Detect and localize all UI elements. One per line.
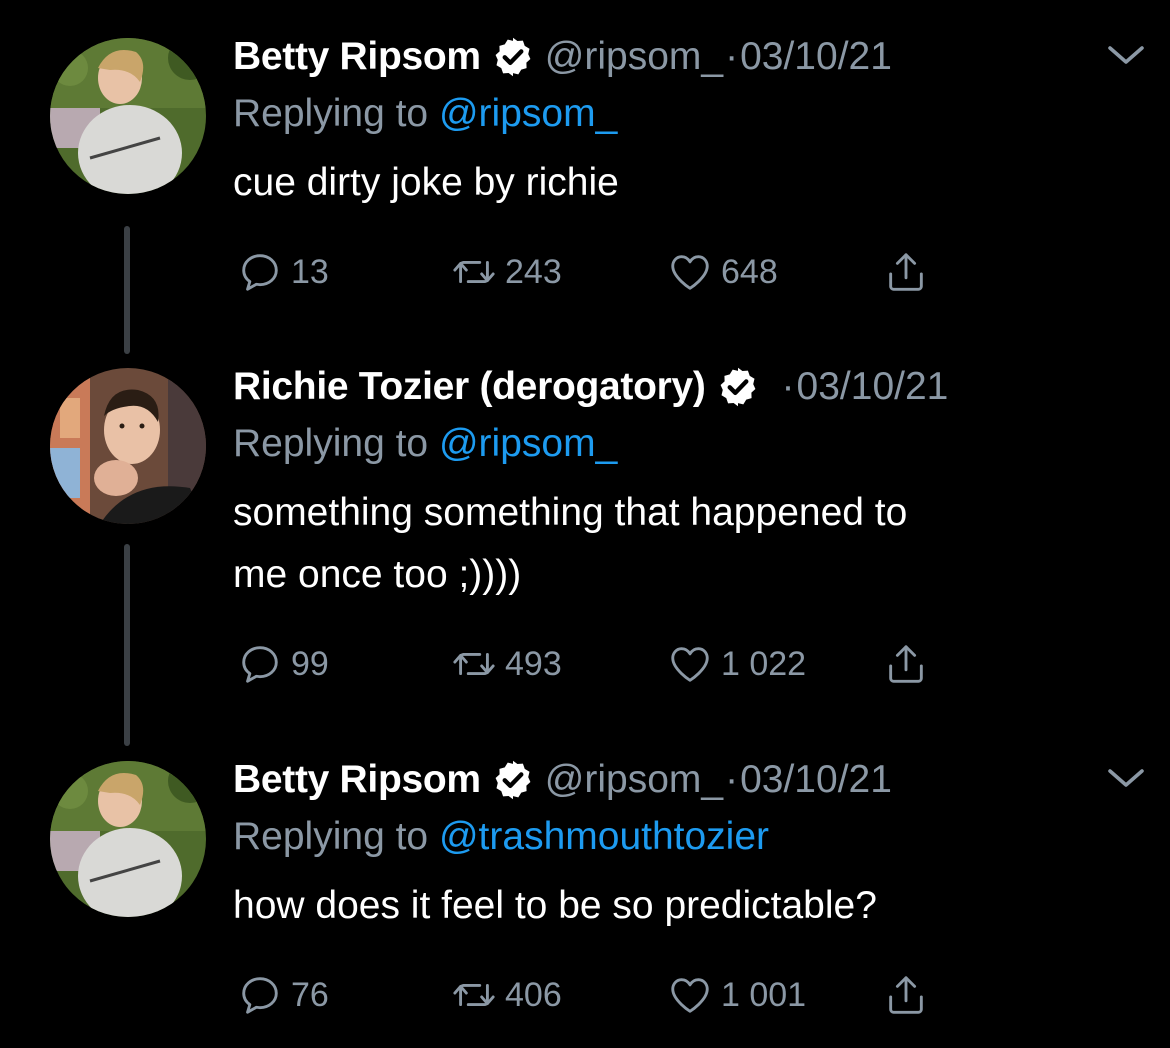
replying-to-handle-link[interactable]: @ripsom_ <box>439 92 617 135</box>
chevron-down-icon[interactable] <box>1102 32 1150 80</box>
avatar[interactable] <box>50 761 206 917</box>
share-button[interactable] <box>883 636 937 692</box>
retweet-icon <box>453 652 495 676</box>
separator-dot: · <box>725 35 739 78</box>
heart-icon <box>671 978 709 1013</box>
reply-bubble-icon <box>242 254 278 291</box>
avatar[interactable] <box>50 38 206 194</box>
tweet-header: Richie Tozier (derogatory) · 03/10/21 <box>233 360 1150 414</box>
display-name[interactable]: Richie Tozier (derogatory) <box>233 360 706 414</box>
man-yawning-avatar <box>50 368 206 524</box>
share-icon <box>889 645 923 683</box>
separator-dot: · <box>781 365 795 408</box>
tweet-3[interactable]: Betty Ripsom @ripsom_ · 03/10/21 Replyin… <box>0 753 1170 1043</box>
like-button[interactable]: 1 022 <box>667 636 806 692</box>
tweet-date[interactable]: 03/10/21 <box>740 753 892 807</box>
retweet-icon <box>453 983 495 1007</box>
like-button[interactable]: 648 <box>667 244 778 300</box>
thread-connector <box>124 226 130 354</box>
reply-count: 76 <box>291 975 329 1014</box>
tweet-content: Richie Tozier (derogatory) · 03/10/21 Re… <box>233 360 1150 692</box>
share-button[interactable] <box>883 244 937 300</box>
verified-badge-icon <box>720 367 755 407</box>
reply-button[interactable]: 99 <box>237 636 329 692</box>
avatar[interactable] <box>50 368 206 524</box>
replying-to-prefix: Replying to <box>233 92 429 135</box>
verified-badge-icon <box>495 760 531 800</box>
retweet-button[interactable]: 243 <box>451 244 562 300</box>
tweet-header: Betty Ripsom @ripsom_ · 03/10/21 <box>233 753 1150 807</box>
tweet-1[interactable]: Betty Ripsom @ripsom_ · 03/10/21 Replyin… <box>0 30 1170 354</box>
reply-button[interactable]: 13 <box>237 244 329 300</box>
retweet-button[interactable]: 406 <box>451 967 562 1023</box>
share-icon <box>889 253 923 291</box>
replying-to: Replying to @trashmouthtozier <box>233 807 1150 867</box>
separator-dot: · <box>725 758 739 801</box>
heart-icon <box>671 255 709 290</box>
thread-connector <box>124 544 130 746</box>
reply-bubble-icon <box>242 646 278 683</box>
retweet-count: 243 <box>505 252 562 291</box>
like-count: 648 <box>721 252 778 291</box>
tweet-thread: Betty Ripsom @ripsom_ · 03/10/21 Replyin… <box>0 0 1170 1048</box>
tweet-header: Betty Ripsom @ripsom_ · 03/10/21 <box>233 30 1150 84</box>
handle[interactable]: @ripsom_ <box>545 30 723 84</box>
chevron-down-icon[interactable] <box>1102 755 1150 803</box>
tweet-text: something something that happened to me … <box>233 491 908 596</box>
tweet-actions: 13 243 648 <box>233 244 1150 300</box>
woman-on-grass-avatar <box>50 38 206 194</box>
replying-to-handle-link[interactable]: @trashmouthtozier <box>439 815 769 858</box>
display-name[interactable]: Betty Ripsom <box>233 30 481 84</box>
replying-to: Replying to @ripsom_ <box>233 84 1150 144</box>
heart-icon <box>671 647 709 682</box>
reply-bubble-icon <box>242 977 278 1014</box>
reply-count: 13 <box>291 252 329 291</box>
retweet-button[interactable]: 493 <box>451 636 562 692</box>
woman-on-grass-avatar <box>50 761 206 917</box>
retweet-icon <box>453 260 495 284</box>
tweet-content: Betty Ripsom @ripsom_ · 03/10/21 Replyin… <box>233 753 1150 1023</box>
handle[interactable]: @ripsom_ <box>545 753 723 807</box>
replying-to-prefix: Replying to <box>233 422 429 465</box>
display-name[interactable]: Betty Ripsom <box>233 753 481 807</box>
verified-badge-icon <box>495 37 531 77</box>
tweet-date[interactable]: 03/10/21 <box>740 30 892 84</box>
retweet-count: 493 <box>505 644 562 683</box>
tweet-date[interactable]: 03/10/21 <box>797 360 949 414</box>
share-button[interactable] <box>883 967 937 1023</box>
like-count: 1 001 <box>721 975 807 1014</box>
tweet-2[interactable]: Richie Tozier (derogatory) · 03/10/21 Re… <box>0 360 1170 750</box>
replying-to-handle-link[interactable]: @ripsom_ <box>439 422 617 465</box>
like-count: 1 022 <box>721 644 807 683</box>
reply-count: 99 <box>291 644 329 683</box>
replying-to: Replying to @ripsom_ <box>233 414 1150 474</box>
retweet-count: 406 <box>505 975 562 1014</box>
tweet-text: how does it feel to be so predictable? <box>233 884 877 927</box>
tweet-actions: 99 493 1 022 <box>233 636 1150 692</box>
tweet-actions: 76 406 1 001 <box>233 967 1150 1023</box>
tweet-content: Betty Ripsom @ripsom_ · 03/10/21 Replyin… <box>233 30 1150 300</box>
reply-button[interactable]: 76 <box>237 967 329 1023</box>
share-icon <box>889 976 923 1014</box>
like-button[interactable]: 1 001 <box>667 967 806 1023</box>
tweet-text: cue dirty joke by richie <box>233 161 619 204</box>
replying-to-prefix: Replying to <box>233 815 429 858</box>
